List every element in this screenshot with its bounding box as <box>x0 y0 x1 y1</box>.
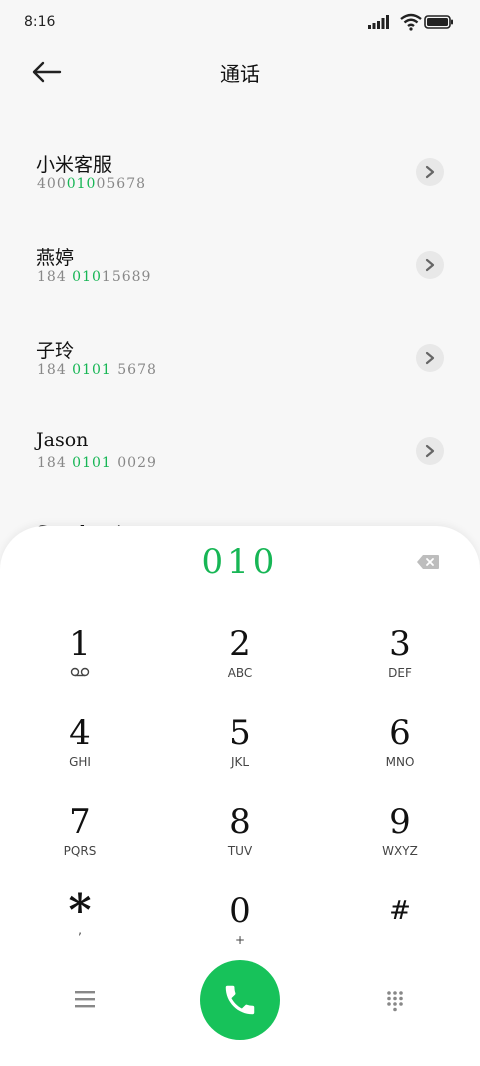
key-6[interactable]: 6 MNO <box>340 715 460 795</box>
contact-number: 184 01015689 <box>37 269 152 285</box>
wifi-icon <box>400 13 422 31</box>
key-2[interactable]: 2 ABC <box>180 626 300 706</box>
contact-row[interactable]: Jason 184 0101 0029 <box>0 409 480 499</box>
chevron-right-icon[interactable] <box>416 251 444 279</box>
page-title: 通话 <box>220 62 260 86</box>
key-9[interactable]: 9 WXYZ <box>340 804 460 884</box>
voicemail-icon <box>20 666 140 680</box>
battery-icon <box>424 15 453 29</box>
contact-number: 184 0101 0029 <box>37 455 157 471</box>
key-1[interactable]: 1 <box>20 626 140 706</box>
contact-number: 40001005678 <box>37 176 147 192</box>
key-3[interactable]: 3 DEF <box>340 626 460 706</box>
dialer-bottom-bar <box>0 956 480 1046</box>
status-time: 8:16 <box>24 14 56 30</box>
phone-icon <box>225 985 255 1015</box>
contact-list: 小米客服 40001005678 燕婷 184 01015689 子玲 184 … <box>0 120 480 530</box>
contact-row[interactable]: 小米客服 40001005678 <box>0 130 480 220</box>
status-bar: 8:16 <box>0 0 480 44</box>
key-4[interactable]: 4 GHI <box>20 715 140 795</box>
chevron-right-icon[interactable] <box>416 437 444 465</box>
contact-row[interactable]: 子玲 184 0101 5678 <box>0 316 480 406</box>
dialer-panel: 010 1 2 ABC 3 DEF 4 GHI 5 JKL 6 MNO 7 PQ… <box>0 526 480 1066</box>
signal-icon <box>368 15 389 29</box>
contact-name: Jason <box>36 429 89 451</box>
key-8[interactable]: 8 TUV <box>180 804 300 884</box>
key-5[interactable]: 5 JKL <box>180 715 300 795</box>
dialed-number: 010 <box>201 542 279 582</box>
backspace-icon[interactable] <box>416 554 440 570</box>
keypad-icon[interactable] <box>386 990 404 1012</box>
key-7[interactable]: 7 PQRS <box>20 804 140 884</box>
chevron-right-icon[interactable] <box>416 158 444 186</box>
contact-name: 子玲 <box>36 340 75 362</box>
contact-number: 184 0101 5678 <box>37 362 157 378</box>
contact-row[interactable]: 燕婷 184 01015689 <box>0 223 480 313</box>
call-button[interactable] <box>200 960 280 1040</box>
menu-icon[interactable] <box>74 990 96 1008</box>
chevron-right-icon[interactable] <box>416 344 444 372</box>
contact-name: 小米客服 <box>36 154 113 176</box>
header: 通话 <box>0 48 480 96</box>
contact-name: 燕婷 <box>36 247 75 269</box>
